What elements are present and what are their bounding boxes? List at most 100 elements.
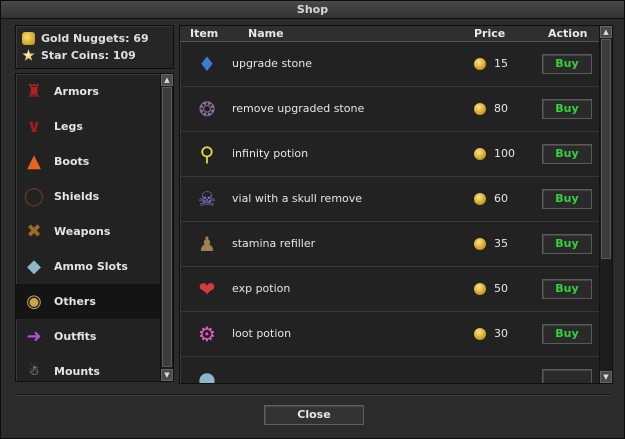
header-item: Item <box>190 27 219 40</box>
remove-stone-icon: ❂ <box>198 97 216 121</box>
coin-icon <box>474 102 486 115</box>
stamina-refiller-icon: ♟ <box>198 232 216 256</box>
price-value: 100 <box>494 147 515 160</box>
outfit-icon: ➜ <box>26 325 42 347</box>
gold-nuggets-label: Gold Nuggets: 69 <box>41 32 149 45</box>
coin-icon <box>474 192 486 205</box>
item-price: 60 <box>474 192 508 205</box>
item-name: upgrade stone <box>232 57 312 70</box>
coin-icon <box>474 282 486 295</box>
buy-button-partial[interactable] <box>542 369 592 383</box>
item-name: stamina refiller <box>232 237 316 250</box>
coin-icon <box>474 57 486 70</box>
star-coin-icon <box>22 49 35 61</box>
category-label: Armors <box>54 85 99 98</box>
gold-nuggets-row: Gold Nuggets: 69 <box>22 30 167 47</box>
price-value: 35 <box>494 237 508 250</box>
legs-icon: ∨ <box>26 115 42 137</box>
coin-icon <box>474 147 486 160</box>
price-value: 80 <box>494 102 508 115</box>
category-label: Outfits <box>54 330 97 343</box>
category-list: ♜ Armors ∨ Legs ▲ Boots ◯ Shields ✖ Weap… <box>15 73 174 382</box>
scroll-up-arrow-icon[interactable]: ▲ <box>600 26 612 38</box>
exp-potion-icon: ❤ <box>198 277 216 301</box>
partial-item-icon: ● <box>198 367 216 384</box>
boots-icon: ▲ <box>27 150 41 172</box>
buy-button[interactable]: Buy <box>542 189 592 209</box>
armor-icon: ♜ <box>25 80 43 102</box>
category-scroll-thumb[interactable] <box>162 87 172 367</box>
table-header: Item Name Price Action <box>180 26 600 42</box>
category-label: Shields <box>54 190 100 203</box>
table-row: ❂ remove upgraded stone 80 Buy <box>180 87 600 132</box>
scroll-down-arrow-icon[interactable]: ▼ <box>161 369 173 381</box>
category-weapons[interactable]: ✖ Weapons <box>16 214 160 249</box>
window-title: Shop <box>1 1 624 19</box>
table-row: ♦ upgrade stone 15 Buy <box>180 42 600 87</box>
category-others[interactable]: ◉ Others <box>16 284 160 319</box>
skull-vial-icon: ☠ <box>198 187 216 211</box>
buy-button[interactable]: Buy <box>542 99 592 119</box>
category-scrollbar[interactable]: ▲ ▼ <box>160 74 173 381</box>
others-icon: ◉ <box>26 290 42 312</box>
mount-icon: ☃ <box>28 364 40 379</box>
buy-button[interactable]: Buy <box>542 279 592 299</box>
close-button[interactable]: Close <box>264 405 364 425</box>
category-ammo-slots[interactable]: ◆ Ammo Slots <box>16 249 160 284</box>
item-name: exp potion <box>232 282 291 295</box>
category-label: Weapons <box>54 225 111 238</box>
category-shields[interactable]: ◯ Shields <box>16 179 160 214</box>
loot-potion-icon: ⚙ <box>198 322 216 346</box>
table-row-partial: ● <box>180 357 600 384</box>
buy-button[interactable]: Buy <box>542 324 592 344</box>
price-value: 50 <box>494 282 508 295</box>
item-rows: ♦ upgrade stone 15 Buy ❂ remove upgraded… <box>180 42 600 384</box>
category-outfits[interactable]: ➜ Outfits <box>16 319 160 354</box>
star-coins-row: Star Coins: 109 <box>22 47 167 64</box>
item-price: 80 <box>474 102 508 115</box>
shop-window: Shop Gold Nuggets: 69 Star Coins: 109 ♜ … <box>0 0 625 439</box>
item-scroll-thumb[interactable] <box>601 39 611 259</box>
category-armors[interactable]: ♜ Armors <box>16 74 160 109</box>
buy-button[interactable]: Buy <box>542 54 592 74</box>
scroll-up-arrow-icon[interactable]: ▲ <box>161 74 173 86</box>
item-list: Item Name Price Action ♦ upgrade stone 1… <box>179 25 613 384</box>
item-price: 30 <box>474 327 508 340</box>
category-mounts[interactable]: ☃ Mounts <box>16 354 160 381</box>
item-name: remove upgraded stone <box>232 102 365 115</box>
scroll-down-arrow-icon[interactable]: ▼ <box>600 371 612 383</box>
category-legs[interactable]: ∨ Legs <box>16 109 160 144</box>
item-price: 15 <box>474 57 508 70</box>
table-row: ❤ exp potion 50 Buy <box>180 267 600 312</box>
infinity-potion-icon: ⚲ <box>199 142 215 166</box>
category-label: Boots <box>54 155 90 168</box>
shield-icon: ◯ <box>23 185 45 207</box>
item-scrollbar[interactable]: ▲ ▼ <box>599 26 612 383</box>
item-name: loot potion <box>232 327 292 340</box>
category-boots[interactable]: ▲ Boots <box>16 144 160 179</box>
ammo-slot-icon: ◆ <box>27 255 41 277</box>
category-label: Ammo Slots <box>54 260 128 273</box>
table-row: ♟ stamina refiller 35 Buy <box>180 222 600 267</box>
header-name: Name <box>248 27 284 40</box>
category-label: Legs <box>54 120 83 133</box>
header-price: Price <box>474 27 506 40</box>
item-price: 50 <box>474 282 508 295</box>
coin-icon <box>474 327 486 340</box>
buy-button[interactable]: Buy <box>542 234 592 254</box>
currency-panel: Gold Nuggets: 69 Star Coins: 109 <box>15 25 174 69</box>
table-row: ☠ vial with a skull remove 60 Buy <box>180 177 600 222</box>
item-name: vial with a skull remove <box>232 192 363 205</box>
gold-nugget-icon <box>22 32 35 45</box>
footer-separator <box>15 394 613 396</box>
table-row: ⚙ loot potion 30 Buy <box>180 312 600 357</box>
price-value: 60 <box>494 192 508 205</box>
category-label: Others <box>54 295 96 308</box>
category-label: Mounts <box>54 365 100 378</box>
item-price: 100 <box>474 147 515 160</box>
price-value: 30 <box>494 327 508 340</box>
price-value: 15 <box>494 57 508 70</box>
table-row: ⚲ infinity potion 100 Buy <box>180 132 600 177</box>
buy-button[interactable]: Buy <box>542 144 592 164</box>
crossbow-icon: ✖ <box>26 220 42 242</box>
